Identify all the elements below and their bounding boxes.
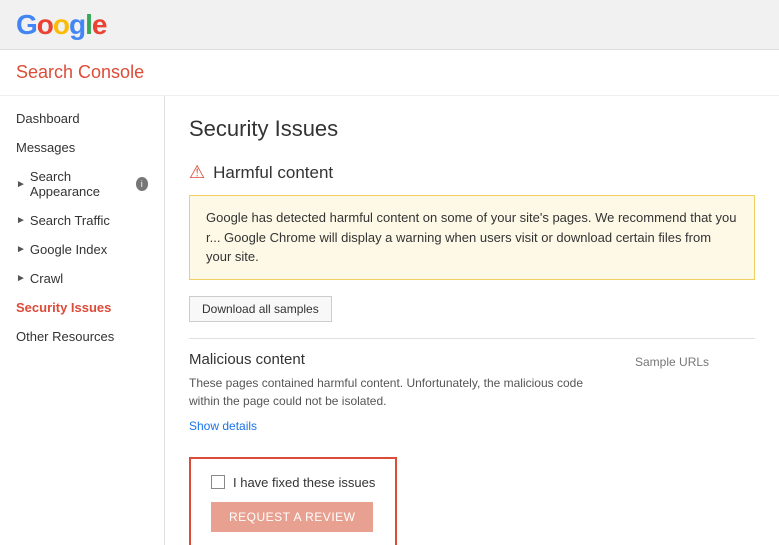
- divider: [189, 338, 755, 339]
- sidebar-item-label: Google Index: [30, 242, 107, 257]
- fix-section: I have fixed these issues REQUEST A REVI…: [189, 457, 397, 545]
- sidebar-item-label: Dashboard: [16, 111, 80, 126]
- logo-o1: o: [37, 9, 53, 40]
- sidebar-item-dashboard[interactable]: Dashboard: [0, 104, 164, 133]
- sidebar-item-security-issues[interactable]: Security Issues: [0, 293, 164, 322]
- sidebar-item-messages[interactable]: Messages: [0, 133, 164, 162]
- sidebar-item-label: Security Issues: [16, 300, 111, 315]
- logo-G: G: [16, 9, 37, 40]
- sc-title: Search Console: [16, 62, 144, 82]
- chevron-right-icon: ►: [16, 244, 26, 255]
- sc-title-bar: Search Console: [0, 50, 779, 96]
- sidebar: Dashboard Messages ► Search Appearance i…: [0, 96, 165, 545]
- logo-l: l: [85, 9, 92, 40]
- chevron-right-icon: ►: [16, 215, 26, 226]
- logo-o2: o: [53, 9, 69, 40]
- sidebar-item-google-index[interactable]: ► Google Index: [0, 235, 164, 264]
- fix-issues-label: I have fixed these issues: [233, 475, 375, 490]
- google-logo: Google: [16, 9, 106, 41]
- main-content: Security Issues ⚠ Harmful content Google…: [165, 96, 779, 545]
- sidebar-item-other-resources[interactable]: Other Resources: [0, 322, 164, 351]
- sidebar-item-label: Messages: [16, 140, 75, 155]
- show-details-link[interactable]: Show details: [189, 419, 257, 433]
- sidebar-item-label: Search Appearance: [30, 169, 132, 199]
- logo-g: g: [69, 9, 85, 40]
- request-review-button[interactable]: REQUEST A REVIEW: [211, 502, 373, 532]
- sample-urls-label: Sample URLs: [635, 351, 755, 433]
- header: Google: [0, 0, 779, 50]
- logo-e: e: [92, 9, 107, 40]
- harmful-content-title: Harmful content: [213, 163, 333, 183]
- sidebar-item-search-traffic[interactable]: ► Search Traffic: [0, 206, 164, 235]
- fix-checkbox-row: I have fixed these issues: [211, 475, 375, 490]
- warning-box: Google has detected harmful content on s…: [189, 195, 755, 280]
- malicious-content-row: Malicious content These pages contained …: [189, 351, 755, 433]
- malicious-content-description: These pages contained harmful content. U…: [189, 374, 615, 410]
- layout: Dashboard Messages ► Search Appearance i…: [0, 96, 779, 545]
- warning-icon: ⚠: [189, 162, 205, 183]
- sidebar-item-label: Other Resources: [16, 329, 114, 344]
- malicious-content-title: Malicious content: [189, 351, 615, 368]
- malicious-info: Malicious content These pages contained …: [189, 351, 615, 433]
- info-icon: i: [136, 177, 148, 191]
- download-all-samples-button[interactable]: Download all samples: [189, 296, 332, 322]
- sidebar-item-label: Crawl: [30, 271, 63, 286]
- sidebar-item-search-appearance[interactable]: ► Search Appearance i: [0, 162, 164, 206]
- page-title: Security Issues: [189, 116, 755, 142]
- fix-issues-checkbox[interactable]: [211, 475, 225, 489]
- harmful-content-header: ⚠ Harmful content: [189, 162, 755, 183]
- sidebar-item-label: Search Traffic: [30, 213, 110, 228]
- sidebar-item-crawl[interactable]: ► Crawl: [0, 264, 164, 293]
- chevron-right-icon: ►: [16, 179, 26, 190]
- warning-text: Google has detected harmful content on s…: [206, 210, 736, 264]
- chevron-right-icon: ►: [16, 273, 26, 284]
